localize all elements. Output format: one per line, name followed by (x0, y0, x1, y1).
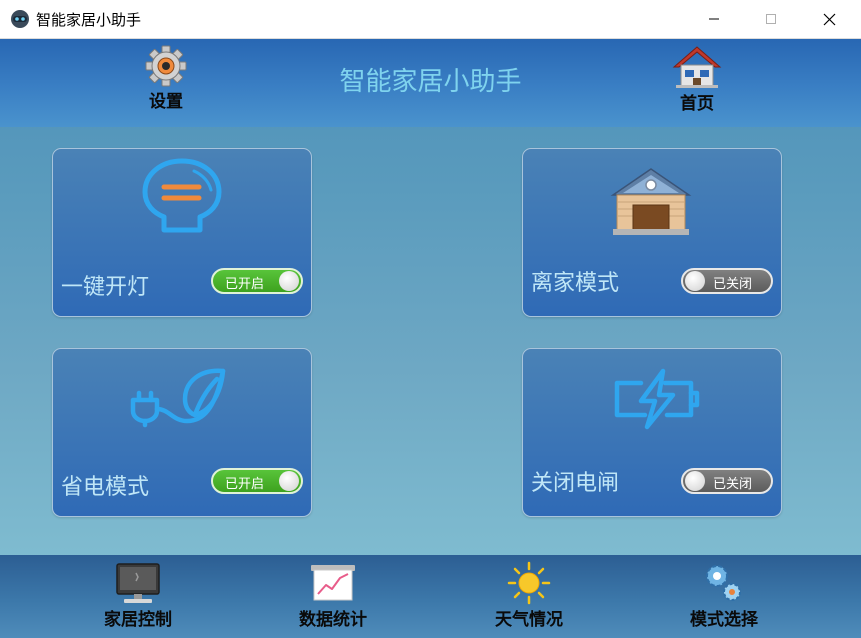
minimize-button[interactable] (685, 0, 743, 38)
home-icon (672, 46, 722, 88)
sun-icon (507, 561, 551, 605)
monitor-icon (116, 563, 160, 603)
power-saving-toggle-text: 已开启 (225, 477, 265, 492)
plug-leaf-icon (130, 368, 226, 428)
card-away: 离家模式 已关闭 (522, 148, 782, 317)
lightbulb-icon (142, 158, 222, 233)
robot-app-icon (11, 10, 29, 28)
card-power-off: 关闭电闸 已关闭 (522, 348, 782, 517)
house-icon (610, 168, 692, 235)
toggle-knob (685, 471, 705, 491)
power-off-toggle[interactable]: 已关闭 (681, 468, 773, 494)
light-toggle-text: 已开启 (225, 277, 265, 292)
toggle-knob (685, 271, 705, 291)
tab-home-control[interactable]: 家居控制 (73, 561, 203, 637)
tab-data-stats-label: 数据统计 (299, 610, 367, 630)
tab-weather-label: 天气情况 (495, 610, 563, 630)
bottom-nav: 家居控制 数据统计 天气情况 模式选择 (0, 555, 861, 638)
home-button[interactable]: 首页 (652, 45, 742, 123)
light-toggle[interactable]: 已开启 (211, 268, 303, 294)
window-titlebar: 智能家居小助手 (0, 0, 861, 39)
power-saving-toggle[interactable]: 已开启 (211, 468, 303, 494)
toggle-knob (279, 271, 299, 291)
card-light-label: 一键开灯 (61, 275, 150, 300)
card-power-saving: 省电模式 已开启 (52, 348, 312, 517)
home-label: 首页 (680, 94, 714, 114)
maximize-icon (766, 14, 776, 24)
power-off-toggle-text: 已关闭 (713, 477, 753, 492)
tab-mode-select[interactable]: 模式选择 (659, 561, 789, 637)
tab-weather[interactable]: 天气情况 (464, 561, 594, 637)
window-title: 智能家居小助手 (36, 11, 142, 29)
gears-icon (706, 565, 741, 601)
away-toggle-text: 已关闭 (713, 277, 753, 292)
close-button[interactable] (800, 0, 858, 38)
card-power-off-label: 关闭电闸 (531, 471, 620, 496)
maximize-button[interactable] (742, 0, 800, 38)
away-toggle[interactable]: 已关闭 (681, 268, 773, 294)
card-light: 一键开灯 已开启 (52, 148, 312, 317)
toggle-knob (279, 471, 299, 491)
tab-data-stats[interactable]: 数据统计 (268, 561, 398, 637)
app-header: 设置 智能家居小助手 首页 (0, 39, 861, 127)
chart-board-icon (311, 565, 355, 601)
minimize-icon (709, 18, 719, 20)
tab-home-control-label: 家居控制 (104, 610, 172, 630)
card-away-label: 离家模式 (531, 271, 620, 296)
battery-bolt-icon (614, 368, 700, 430)
tab-mode-select-label: 模式选择 (690, 610, 758, 630)
app-body: 设置 智能家居小助手 首页 一键开灯 已开启 离家模式 已关闭 省电模式 已开启… (0, 39, 861, 638)
card-power-saving-label: 省电模式 (61, 475, 150, 500)
close-icon (823, 13, 835, 25)
